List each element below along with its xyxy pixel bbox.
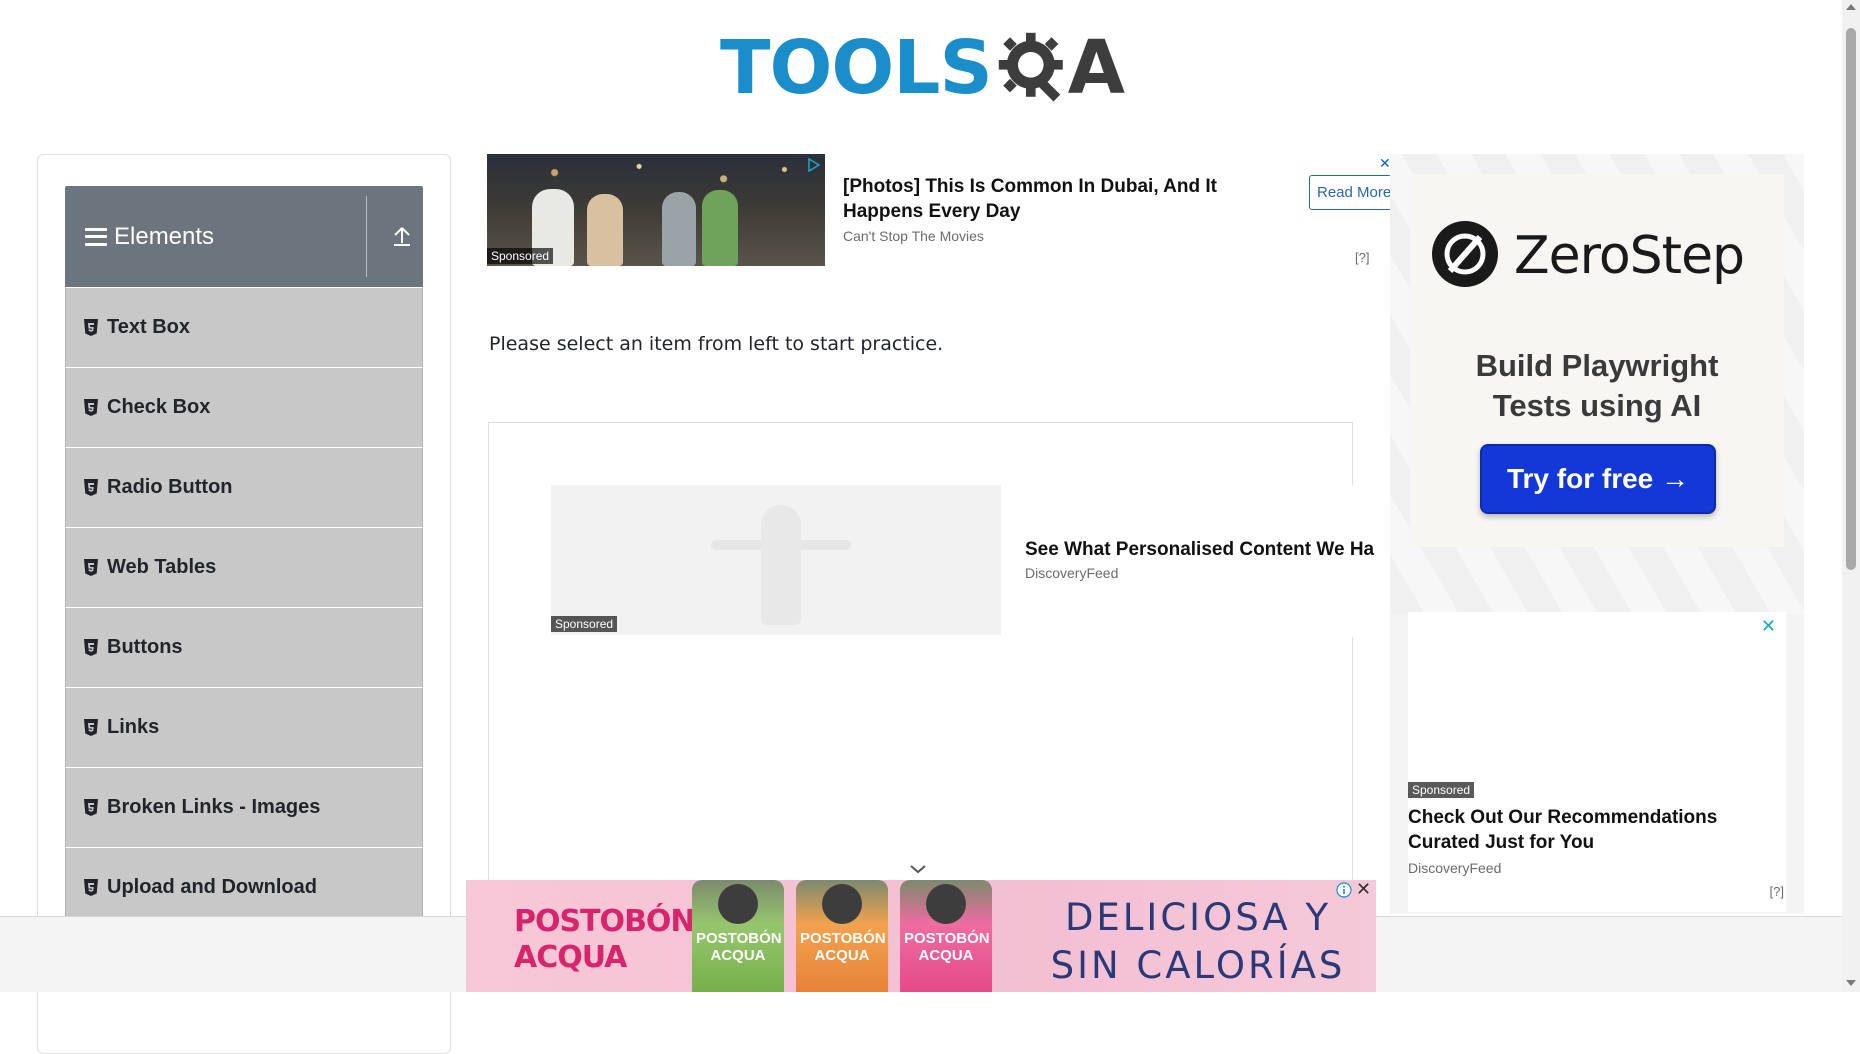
sponsored-badge: Sponsored <box>1408 782 1475 798</box>
html5-icon <box>84 479 98 496</box>
ad-source: DiscoveryFeed <box>1408 860 1502 876</box>
bottle-image: POSTOBÓN ACQUA <box>796 880 888 992</box>
postobon-ad[interactable]: POSTOBÓN ACQUA POSTOBÓN ACQUA POSTOBÓN A… <box>466 880 1376 992</box>
ad-top-banner[interactable]: Sponsored [Photos] This Is Common In Dub… <box>487 154 1392 269</box>
slogan-line-1: DELICIOSA Y <box>1064 896 1332 939</box>
gear-magnifier-icon <box>998 32 1063 102</box>
brand-line-1: POSTOBÓN <box>514 904 696 939</box>
ad-slogan: DELICIOSA Y SIN CALORÍAS <box>1028 894 1368 990</box>
upload-arrow-icon[interactable] <box>391 224 413 248</box>
bottle-image: POSTOBÓN ACQUA <box>692 880 784 992</box>
sidebar-item-label: Radio Button <box>107 476 233 498</box>
adchoices-icon[interactable] <box>807 158 821 172</box>
html5-icon <box>84 719 98 736</box>
sidebar-item-label: Upload and Download <box>107 876 317 898</box>
slogan-line-2: SIN CALORÍAS <box>1050 944 1346 987</box>
sidebar-item-label: Check Box <box>107 396 211 418</box>
ad-right-recommendations[interactable]: ✕ Sponsored Check Out Our Recommendation… <box>1408 612 1786 912</box>
sidebar-item-label: Text Box <box>107 316 190 338</box>
sidebar-item-label: Web Tables <box>107 556 217 578</box>
bottle-label: POSTOBÓN ACQUA <box>904 930 990 964</box>
html5-icon <box>84 559 98 576</box>
scroll-up-icon[interactable] <box>1846 4 1856 10</box>
sponsored-badge: Sponsored <box>551 616 618 632</box>
logo-text: TOOLS <box>720 25 993 111</box>
close-icon[interactable]: ✕ <box>1379 155 1391 172</box>
sidebar-item-broken-links-images[interactable]: Broken Links - Images <box>65 767 423 847</box>
chevron-down-icon[interactable] <box>908 862 928 876</box>
html5-icon <box>84 399 98 416</box>
ad-source: DiscoveryFeed <box>1025 565 1119 581</box>
ad-right-column: ZeroStep Build Playwright Tests using AI… <box>1390 154 1804 914</box>
close-icon[interactable]: ✕ <box>1356 880 1371 900</box>
ad-headline[interactable]: Check Out Our Recommendations Curated Ju… <box>1408 805 1778 855</box>
bottle-image: POSTOBÓN ACQUA <box>900 880 992 992</box>
ad-headline[interactable]: See What Personalised Content We Ha <box>1025 539 1391 561</box>
zerostep-tagline: Build Playwright Tests using AI <box>1475 348 1719 423</box>
practice-instruction: Please select an item from left to start… <box>489 333 944 355</box>
group-title: Elements <box>114 222 215 250</box>
menu-list: Text Box Check Box Radio Button Web Tabl… <box>65 287 423 927</box>
site-logo[interactable]: TOOLS A <box>720 18 1125 118</box>
html5-icon <box>84 639 98 656</box>
ad-source: Can't Stop The Movies <box>843 228 984 244</box>
brand-line-2: ACQUA <box>514 940 627 975</box>
sidebar-item-upload-and-download[interactable]: Upload and Download <box>65 847 423 927</box>
bottle-label: POSTOBÓN ACQUA <box>800 930 886 964</box>
hamburger-icon <box>85 227 107 246</box>
zerostep-ad[interactable]: ZeroStep Build Playwright Tests using AI… <box>1410 174 1784 547</box>
zerostep-brand: ZeroStep <box>1514 226 1745 286</box>
sidebar-item-buttons[interactable]: Buttons <box>65 607 423 687</box>
header-divider <box>366 196 367 277</box>
ad-middle[interactable]: Sponsored See What Personalised Content … <box>551 485 1391 637</box>
logo-suffix: A <box>1067 25 1125 111</box>
sidebar-item-check-box[interactable]: Check Box <box>65 367 423 447</box>
sidebar-item-label: Broken Links - Images <box>107 796 321 818</box>
try-for-free-button[interactable]: Try for free → <box>1480 444 1716 514</box>
adchoice-link[interactable]: [?] <box>1355 250 1369 265</box>
sidebar-item-radio-button[interactable]: Radio Button <box>65 447 423 527</box>
postobon-brand: POSTOBÓN ACQUA <box>514 904 696 976</box>
zerostep-logo-icon <box>1432 221 1498 287</box>
close-icon[interactable]: ✕ <box>1761 616 1776 637</box>
html5-icon <box>84 879 98 896</box>
info-icon[interactable] <box>1336 882 1352 898</box>
ad-photo[interactable] <box>551 485 1001 635</box>
scroll-thumb[interactable] <box>1846 28 1856 570</box>
page-scrollbar[interactable] <box>1842 0 1860 992</box>
sidebar-item-label: Buttons <box>107 636 183 658</box>
bottle-label: POSTOBÓN ACQUA <box>696 930 782 964</box>
sidebar-item-label: Links <box>107 716 160 738</box>
adchoice-link[interactable]: [?] <box>1770 884 1784 899</box>
sidebar-item-web-tables[interactable]: Web Tables <box>65 527 423 607</box>
sponsored-badge: Sponsored <box>487 248 554 264</box>
group-header-elements[interactable]: Elements <box>65 186 423 287</box>
ad-headline[interactable]: [Photos] This Is Common In Dubai, And It… <box>843 174 1263 224</box>
sidebar-item-links[interactable]: Links <box>65 687 423 767</box>
html5-icon <box>84 319 98 336</box>
read-more-button[interactable]: Read More <box>1309 175 1392 210</box>
scroll-down-icon[interactable] <box>1846 980 1856 986</box>
html5-icon <box>84 799 98 816</box>
sidebar-item-text-box[interactable]: Text Box <box>65 287 423 367</box>
